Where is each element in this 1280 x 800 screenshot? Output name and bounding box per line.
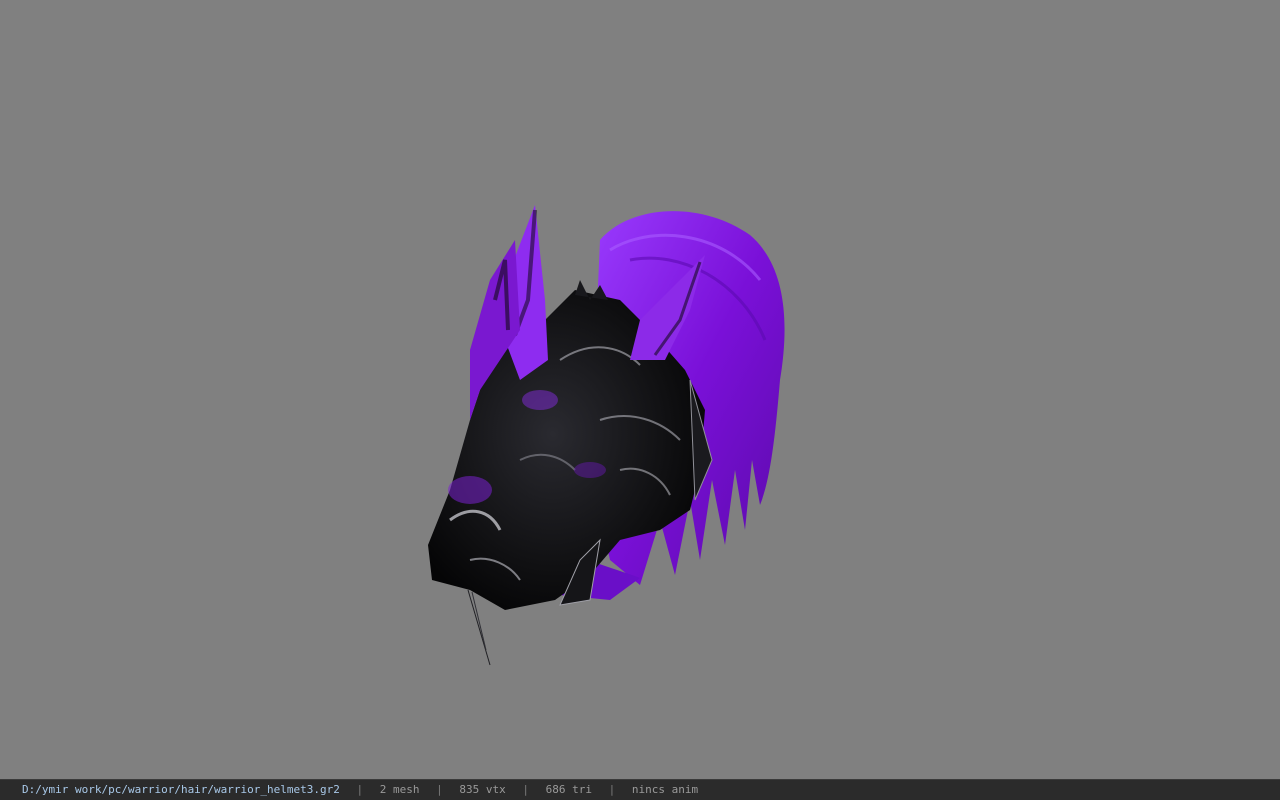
vertex-count-label: 835 vtx — [459, 783, 506, 796]
animation-status-label: nincs anim — [631, 783, 699, 796]
triangle-count-label: 686 tri — [545, 783, 592, 796]
mesh-count-label: 2 mesh — [379, 783, 420, 796]
status-bar: D:/ymir work/pc/warrior/hair/warrior_hel… — [0, 779, 1280, 800]
separator: | — [522, 783, 529, 796]
separator: | — [436, 783, 443, 796]
separator: | — [608, 783, 616, 796]
file-path-label: D:/ymir work/pc/warrior/hair/warrior_hel… — [22, 783, 340, 796]
3d-viewport[interactable] — [0, 0, 1280, 779]
helmet-model — [428, 205, 785, 666]
separator: | — [356, 783, 364, 796]
